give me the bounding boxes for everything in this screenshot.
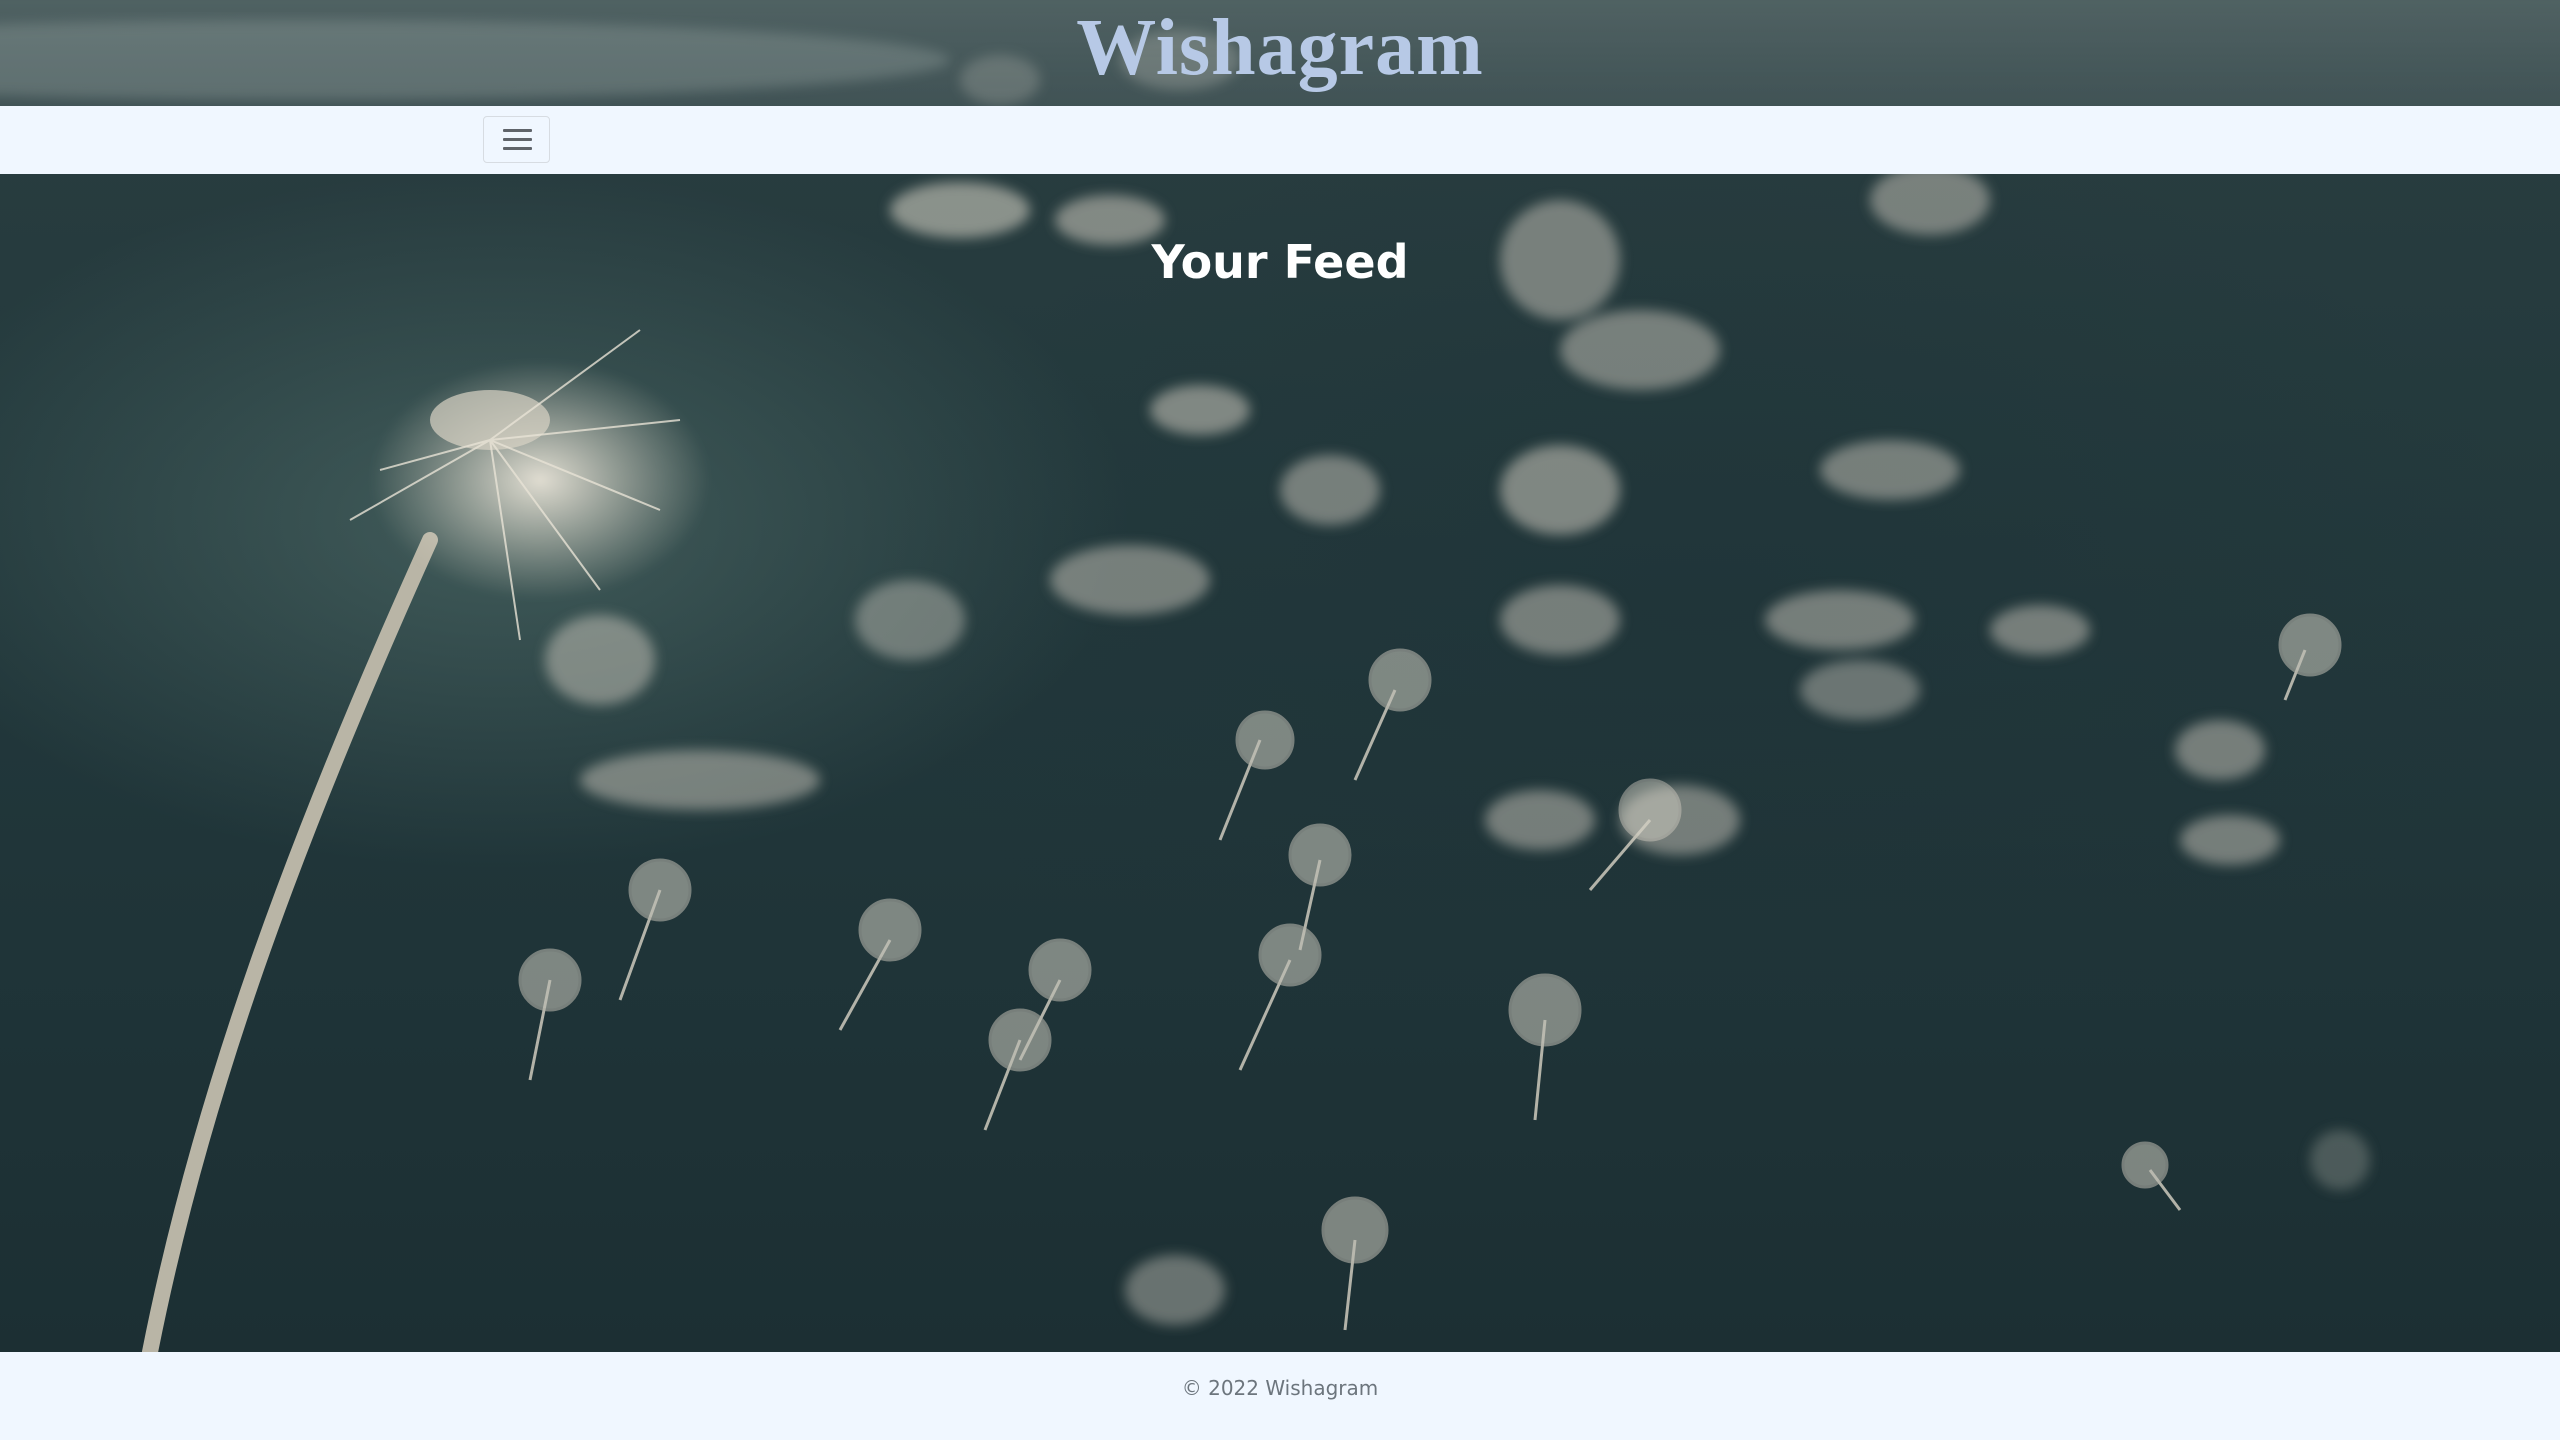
site-header: Wishagram — [0, 0, 2560, 106]
footer-copyright: © 2022 Wishagram — [1181, 1376, 1379, 1400]
page: Wishagram Your Feed © 2022 Wishagram — [0, 0, 2560, 1440]
navbar — [0, 106, 2560, 174]
site-logo-text[interactable]: Wishagram — [0, 0, 2560, 96]
dandelion-background-image — [0, 0, 2560, 1352]
site-footer: © 2022 Wishagram — [0, 1352, 2560, 1440]
feed-title: Your Feed — [1151, 234, 1409, 289]
navbar-toggle-button[interactable] — [483, 116, 550, 163]
